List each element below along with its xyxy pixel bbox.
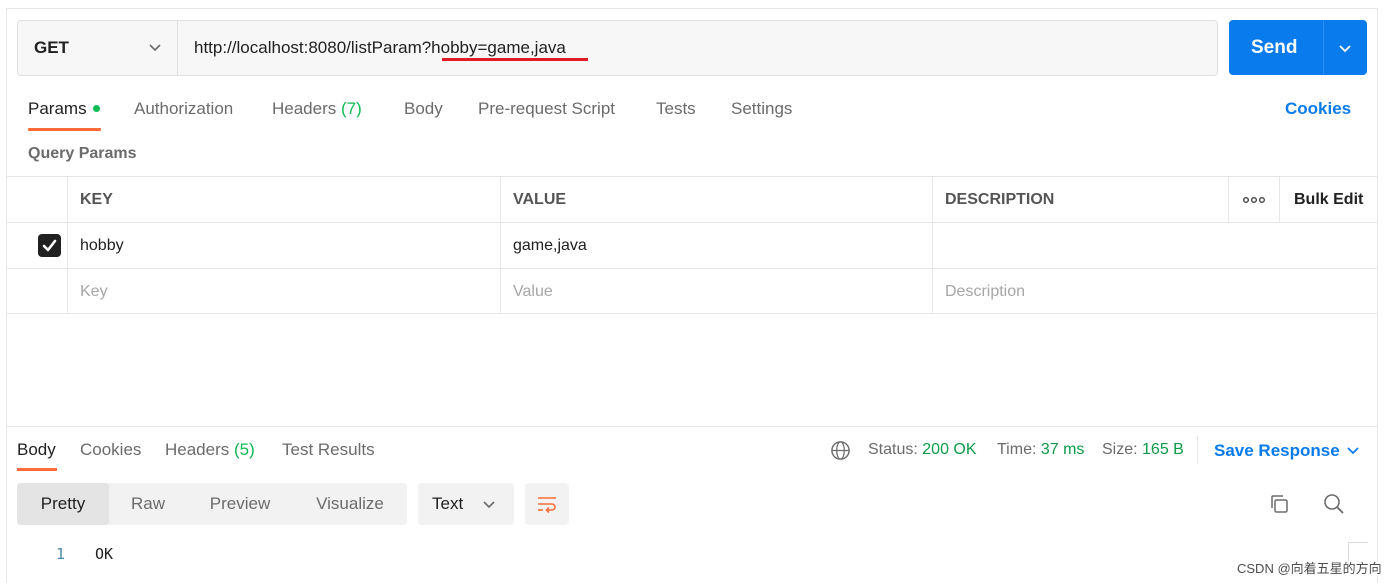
- more-icon: [1243, 196, 1266, 203]
- line-number: 1: [56, 545, 66, 563]
- response-separator: [6, 426, 1378, 427]
- size-label: Size:: [1102, 441, 1138, 458]
- method-select[interactable]: GET: [18, 21, 178, 75]
- tab-label: Test Results: [282, 440, 375, 459]
- tab-label: Cookies: [80, 440, 142, 459]
- tab-pre-request-script[interactable]: Pre-request Script: [478, 98, 615, 120]
- wrap-lines-icon: [538, 497, 556, 514]
- param-description[interactable]: [932, 223, 1377, 268]
- active-response-tab-indicator: [17, 468, 57, 471]
- tab-label: Body: [17, 440, 56, 459]
- save-response-button[interactable]: Save Response: [1214, 440, 1340, 462]
- chevron-down-icon: [149, 44, 161, 52]
- wrap-lines-button[interactable]: [525, 483, 569, 525]
- tab-count: (5): [234, 440, 255, 459]
- size-value: 165 B: [1142, 441, 1184, 458]
- tab-label: Headers: [165, 440, 230, 459]
- view-pretty-button[interactable]: Pretty: [17, 483, 109, 525]
- tab-body[interactable]: Body: [404, 98, 443, 120]
- format-select[interactable]: Text: [418, 483, 514, 525]
- view-preview-button[interactable]: Preview: [187, 483, 293, 525]
- row-checkbox[interactable]: [38, 234, 61, 257]
- url-bar: GET http://localhost:8080/listParam?hobb…: [17, 20, 1218, 76]
- status-divider: [1197, 436, 1198, 464]
- tab-label: Authorization: [134, 99, 234, 118]
- status-label: Status:: [868, 441, 918, 458]
- time-readout[interactable]: Time: 37 ms: [997, 440, 1084, 460]
- param-value[interactable]: game,java: [500, 223, 932, 268]
- tab-label: Headers: [272, 99, 337, 118]
- tab-params[interactable]: Params: [28, 98, 100, 120]
- table-row-new: Key Value Description: [6, 268, 1377, 314]
- format-label: Text: [432, 494, 464, 513]
- view-raw-button[interactable]: Raw: [109, 483, 187, 525]
- description-header: DESCRIPTION: [932, 177, 1228, 222]
- query-params-title: Query Params: [28, 145, 137, 162]
- response-body-line: OK: [95, 545, 114, 563]
- view-visualize-button[interactable]: Visualize: [293, 483, 407, 525]
- cookies-link[interactable]: Cookies: [1285, 98, 1351, 120]
- time-value: 37 ms: [1040, 441, 1085, 458]
- globe-icon[interactable]: [830, 440, 851, 461]
- watermark: CSDN @向着五星的方向: [1237, 561, 1382, 577]
- checkmark-icon: [42, 239, 57, 252]
- tab-label: Tests: [656, 99, 696, 118]
- view-mode-selector: Pretty Raw Preview Visualize: [17, 483, 407, 525]
- chevron-down-icon[interactable]: [1345, 442, 1361, 458]
- active-tab-indicator: [28, 128, 101, 131]
- search-icon[interactable]: [1322, 492, 1346, 516]
- tab-label: Settings: [731, 99, 793, 118]
- size-readout[interactable]: Size: 165 B: [1102, 440, 1184, 460]
- chevron-down-icon[interactable]: [1337, 40, 1353, 56]
- key-placeholder[interactable]: Key: [67, 269, 500, 314]
- tab-headers[interactable]: Headers (7): [272, 98, 362, 120]
- param-key[interactable]: hobby: [67, 223, 500, 268]
- method-label: GET: [34, 38, 69, 57]
- key-header: KEY: [67, 177, 500, 222]
- chevron-down-icon: [483, 501, 495, 509]
- tab-label: Pre-request Script: [478, 99, 615, 118]
- status-readout[interactable]: Status: 200 OK: [868, 440, 977, 460]
- copy-icon[interactable]: [1268, 493, 1290, 515]
- send-label: Send: [1251, 37, 1298, 58]
- value-placeholder[interactable]: Value: [500, 269, 932, 314]
- time-label: Time:: [997, 441, 1037, 458]
- value-header: VALUE: [500, 177, 932, 222]
- annotation-underline: [442, 58, 588, 61]
- send-button[interactable]: Send: [1229, 20, 1367, 75]
- tab-authorization[interactable]: Authorization: [134, 98, 233, 120]
- response-tab-headers[interactable]: Headers (5): [165, 439, 255, 461]
- tab-label: Body: [404, 99, 443, 118]
- bulk-edit-button[interactable]: Bulk Edit: [1279, 177, 1377, 222]
- url-input[interactable]: http://localhost:8080/listParam?hobby=ga…: [194, 21, 566, 75]
- tab-label: Params: [28, 99, 87, 118]
- tab-count: (7): [341, 99, 362, 118]
- table-header-row: KEY VALUE DESCRIPTION Bulk Edit: [6, 176, 1377, 222]
- send-divider: [1323, 20, 1324, 75]
- tab-tests[interactable]: Tests: [656, 98, 696, 120]
- description-placeholder[interactable]: Description: [932, 269, 1377, 314]
- table-row: hobby game,java: [6, 222, 1377, 268]
- more-options-button[interactable]: [1228, 177, 1279, 222]
- tab-settings[interactable]: Settings: [731, 98, 792, 120]
- status-value: 200 OK: [922, 441, 977, 458]
- response-tab-test-results[interactable]: Test Results: [282, 439, 375, 461]
- params-active-dot: [92, 105, 100, 113]
- response-tab-cookies[interactable]: Cookies: [80, 439, 141, 461]
- response-tab-body[interactable]: Body: [17, 439, 56, 461]
